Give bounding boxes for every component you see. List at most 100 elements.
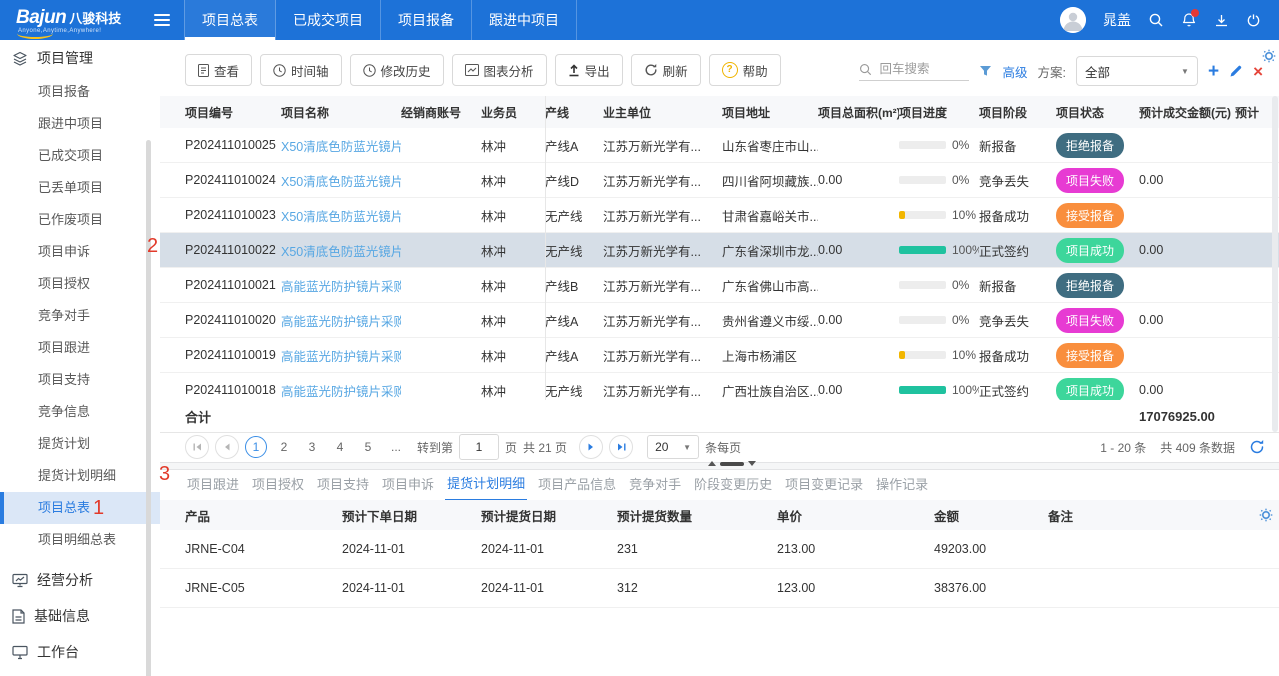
drag-bar-icon[interactable]	[720, 462, 744, 466]
last-page-button[interactable]	[609, 435, 633, 459]
page-ellipsis[interactable]: ...	[385, 436, 407, 458]
pane-splitter[interactable]	[160, 462, 1279, 470]
detail-tab-authorization[interactable]: 项目授权	[250, 470, 306, 500]
refresh-button[interactable]: 刷新	[631, 54, 701, 86]
page-number-3[interactable]: 3	[301, 436, 323, 458]
view-button[interactable]: 查看	[185, 54, 252, 86]
detail-row[interactable]: JRNE-C05 2024-11-01 2024-11-01 312 123.0…	[160, 569, 1279, 608]
tab-following-projects[interactable]: 跟进中项目	[472, 0, 577, 40]
reload-data-icon[interactable]	[1249, 439, 1265, 455]
sidebar-item-delivery-plan[interactable]: 提货计划	[0, 428, 160, 460]
first-page-button[interactable]	[185, 435, 209, 459]
timeline-button[interactable]: 时间轴	[260, 54, 342, 86]
cell-address: 四川省阿坝藏族...	[722, 171, 818, 190]
detail-tab-stage-history[interactable]: 阶段变更历史	[692, 470, 774, 500]
page-number-2[interactable]: 2	[273, 436, 295, 458]
table-row[interactable]: P202411010023 X50清底色防蓝光镜片... 林冲 无产线 江苏万新…	[160, 198, 1279, 233]
column-settings-gear-icon[interactable]	[1262, 49, 1276, 68]
search-input[interactable]	[877, 61, 966, 77]
project-name-link[interactable]: X50清底色防蓝光镜片...	[281, 140, 401, 154]
user-avatar[interactable]	[1060, 7, 1086, 33]
sidebar-item-project-appeal[interactable]: 项目申诉	[0, 236, 160, 268]
sidebar-item-project-authorization[interactable]: 项目授权	[0, 268, 160, 300]
project-name-link[interactable]: 高能蓝光防护镜片采购...	[281, 350, 401, 364]
sidebar-item-lost-projects[interactable]: 已丢单项目	[0, 172, 160, 204]
cell-stage: 竞争丢失	[979, 311, 1056, 330]
download-icon[interactable]	[1214, 13, 1229, 28]
table-row[interactable]: P202411010021 高能蓝光防护镜片采购... 林冲 产线B 江苏万新光…	[160, 268, 1279, 303]
page-number-4[interactable]: 4	[329, 436, 351, 458]
collapse-up-icon[interactable]	[708, 461, 716, 466]
brand-logo[interactable]: Bajun八骏科技 Anyone,Anytime,Anywhere!	[0, 7, 148, 34]
help-button[interactable]: ? 帮助	[709, 54, 781, 86]
table-row[interactable]: P202411010025 X50清底色防蓝光镜片... 林冲 产线A 江苏万新…	[160, 128, 1279, 163]
sidebar-item-competitive-info[interactable]: 竞争信息	[0, 396, 160, 428]
progress-bar	[899, 211, 946, 219]
project-name-link[interactable]: 高能蓝光防护镜片采购...	[281, 315, 401, 329]
filter-funnel-icon[interactable]	[979, 65, 992, 77]
goto-page-input[interactable]	[459, 434, 499, 460]
table-row[interactable]: P202411010020 高能蓝光防护镜片采购... 林冲 产线A 江苏万新光…	[160, 303, 1279, 338]
page-number-1[interactable]: 1	[245, 436, 267, 458]
table-scrollbar[interactable]	[1272, 96, 1278, 432]
detail-tab-appeal[interactable]: 项目申诉	[380, 470, 436, 500]
cell-project-code: P202411010021	[185, 278, 281, 292]
search-box[interactable]	[859, 61, 969, 81]
sidebar-item-delivery-plan-detail[interactable]: 提货计划明细	[0, 460, 160, 492]
notifications-bell-icon[interactable]	[1181, 12, 1197, 28]
collapse-down-icon[interactable]	[748, 461, 756, 466]
detail-tab-delivery-plan-detail[interactable]: 提货计划明细	[445, 469, 527, 501]
sidebar-item-project-support[interactable]: 项目支持	[0, 364, 160, 396]
project-name-link[interactable]: 高能蓝光防护镜片采购...	[281, 385, 401, 399]
advanced-search-link[interactable]: 高级	[1002, 62, 1027, 81]
splitter-handle[interactable]	[708, 461, 756, 466]
page-size-select[interactable]: 20 ▼	[647, 435, 699, 459]
sidebar-section-workbench[interactable]: 工作台	[0, 634, 160, 670]
project-name-link[interactable]: X50清底色防蓝光镜片...	[281, 245, 401, 259]
detail-row[interactable]: JRNE-C04 2024-11-01 2024-11-01 231 213.0…	[160, 530, 1279, 569]
table-row[interactable]: P202411010019 高能蓝光防护镜片采购... 林冲 产线A 江苏万新光…	[160, 338, 1279, 373]
sidebar-section-project-management[interactable]: 项目管理	[0, 40, 160, 76]
sidebar-section-basic-info[interactable]: 基础信息	[0, 598, 160, 634]
add-scheme-button[interactable]: +	[1208, 62, 1219, 81]
sidebar-item-project-detail-summary[interactable]: 项目明细总表	[0, 524, 160, 556]
detail-column-settings-gear-icon[interactable]	[1259, 508, 1273, 527]
sidebar-item-following-projects[interactable]: 跟进中项目	[0, 108, 160, 140]
sidebar-section-business-analysis[interactable]: 经营分析	[0, 562, 160, 598]
cell-delivery-date: 2024-11-01	[481, 581, 617, 595]
tab-closed-projects[interactable]: 已成交项目	[276, 0, 381, 40]
sidebar-scrollbar[interactable]	[146, 140, 151, 676]
project-name-link[interactable]: 高能蓝光防护镜片采购...	[281, 280, 401, 294]
table-row[interactable]: P202411010024 X50清底色防蓝光镜片... 林冲 产线D 江苏万新…	[160, 163, 1279, 198]
page-number-5[interactable]: 5	[357, 436, 379, 458]
project-name-link[interactable]: X50清底色防蓝光镜片...	[281, 175, 401, 189]
detail-tab-competitors[interactable]: 竞争对手	[627, 470, 683, 500]
sidebar-item-competitors[interactable]: 竞争对手	[0, 300, 160, 332]
history-button[interactable]: 修改历史	[350, 54, 444, 86]
tab-project-summary[interactable]: 项目总表	[184, 0, 276, 40]
project-name-link[interactable]: X50清底色防蓝光镜片...	[281, 210, 401, 224]
export-button[interactable]: 导出	[555, 54, 623, 86]
logout-power-icon[interactable]	[1246, 13, 1261, 28]
detail-tab-operation-log[interactable]: 操作记录	[874, 470, 930, 500]
detail-tab-change-log[interactable]: 项目变更记录	[783, 470, 865, 500]
tab-project-filing[interactable]: 项目报备	[381, 0, 472, 40]
scheme-select[interactable]: 全部 ▼	[1076, 56, 1198, 86]
sidebar-item-closed-projects[interactable]: 已成交项目	[0, 140, 160, 172]
menu-toggle-button[interactable]	[154, 11, 170, 29]
brand-name: Bajun	[16, 7, 66, 28]
prev-page-button[interactable]	[215, 435, 239, 459]
sidebar-item-project-follow-up[interactable]: 项目跟进	[0, 332, 160, 364]
detail-tab-product-info[interactable]: 项目产品信息	[536, 470, 618, 500]
sidebar-item-voided-projects[interactable]: 已作废项目	[0, 204, 160, 236]
detail-tab-support[interactable]: 项目支持	[315, 470, 371, 500]
topbar-user-area: 晁盖	[1060, 7, 1279, 33]
next-page-button[interactable]	[579, 435, 603, 459]
table-row-selected[interactable]: P202411010022 X50清底色防蓝光镜片... 林冲 无产线 江苏万新…	[160, 233, 1279, 268]
chart-analysis-button[interactable]: 图表分析	[452, 54, 547, 86]
sidebar-item-project-summary[interactable]: 项目总表	[0, 492, 160, 524]
edit-pencil-icon[interactable]	[1229, 64, 1243, 78]
sidebar-item-project-filing[interactable]: 项目报备	[0, 76, 160, 108]
detail-tab-follow-up[interactable]: 项目跟进	[185, 470, 241, 500]
search-icon[interactable]	[1148, 12, 1164, 28]
